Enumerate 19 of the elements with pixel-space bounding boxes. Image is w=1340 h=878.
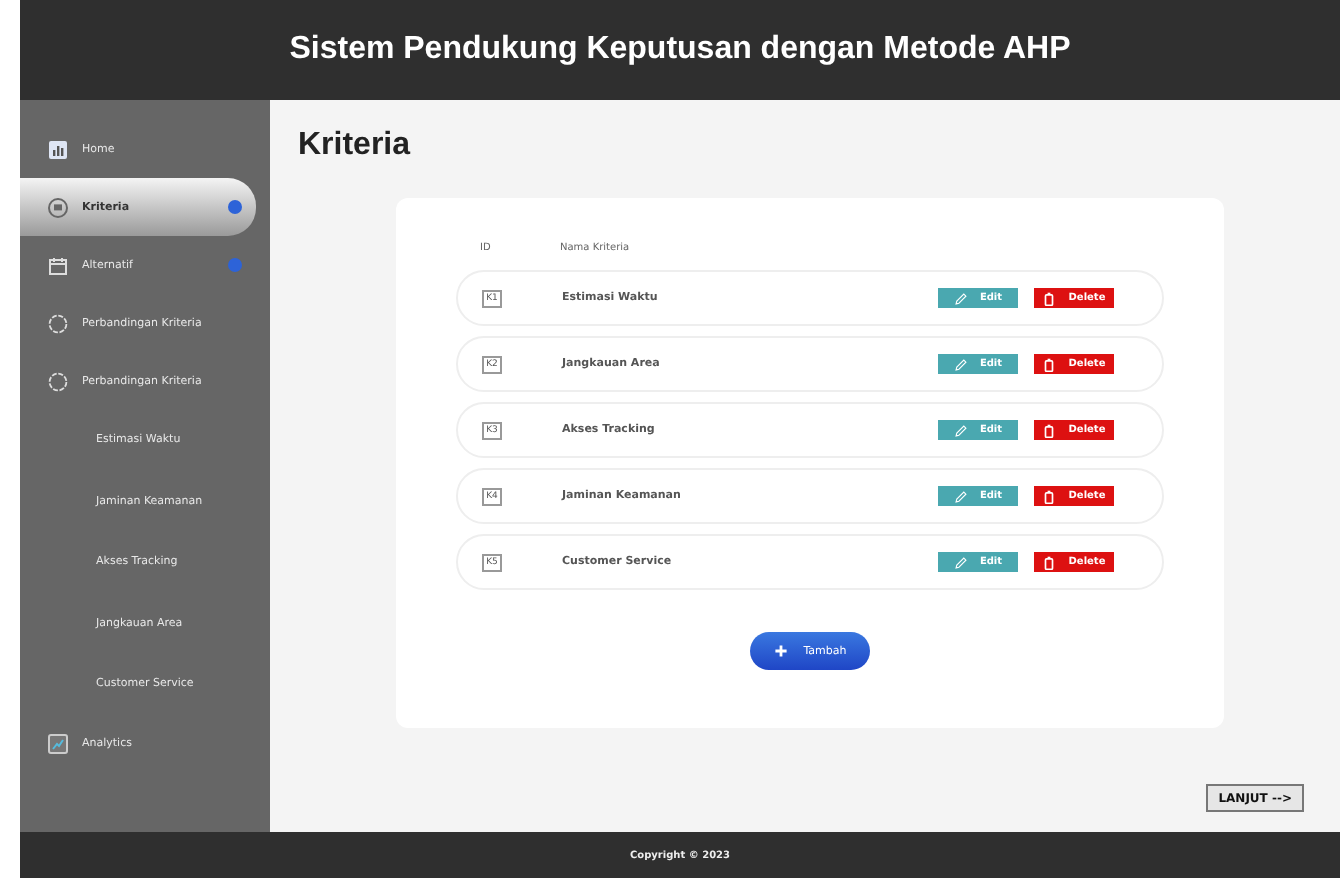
- pencil-icon: [953, 489, 968, 503]
- page-title: Kriteria: [298, 128, 413, 164]
- trash-icon: [1042, 489, 1057, 503]
- pencil-icon: [953, 555, 968, 569]
- pencil-icon: [953, 357, 968, 371]
- calendar-icon: [48, 255, 68, 275]
- chart-icon: [48, 139, 68, 159]
- dashed-circle-icon: [48, 313, 68, 333]
- plus-icon: [773, 644, 788, 658]
- trash-icon: [1042, 423, 1057, 437]
- pencil-icon: [953, 423, 968, 437]
- trash-icon: [1042, 555, 1057, 569]
- pencil-icon: [953, 291, 968, 305]
- analytics-icon: [48, 734, 68, 754]
- dashed-circle-icon: [48, 371, 68, 391]
- trash-icon: [1042, 291, 1057, 305]
- app-title: Sistem Pendukung Keputusan dengan Metode AHP: [289, 32, 1071, 68]
- trash-icon: [1042, 357, 1057, 371]
- monitor-icon: [48, 197, 68, 217]
